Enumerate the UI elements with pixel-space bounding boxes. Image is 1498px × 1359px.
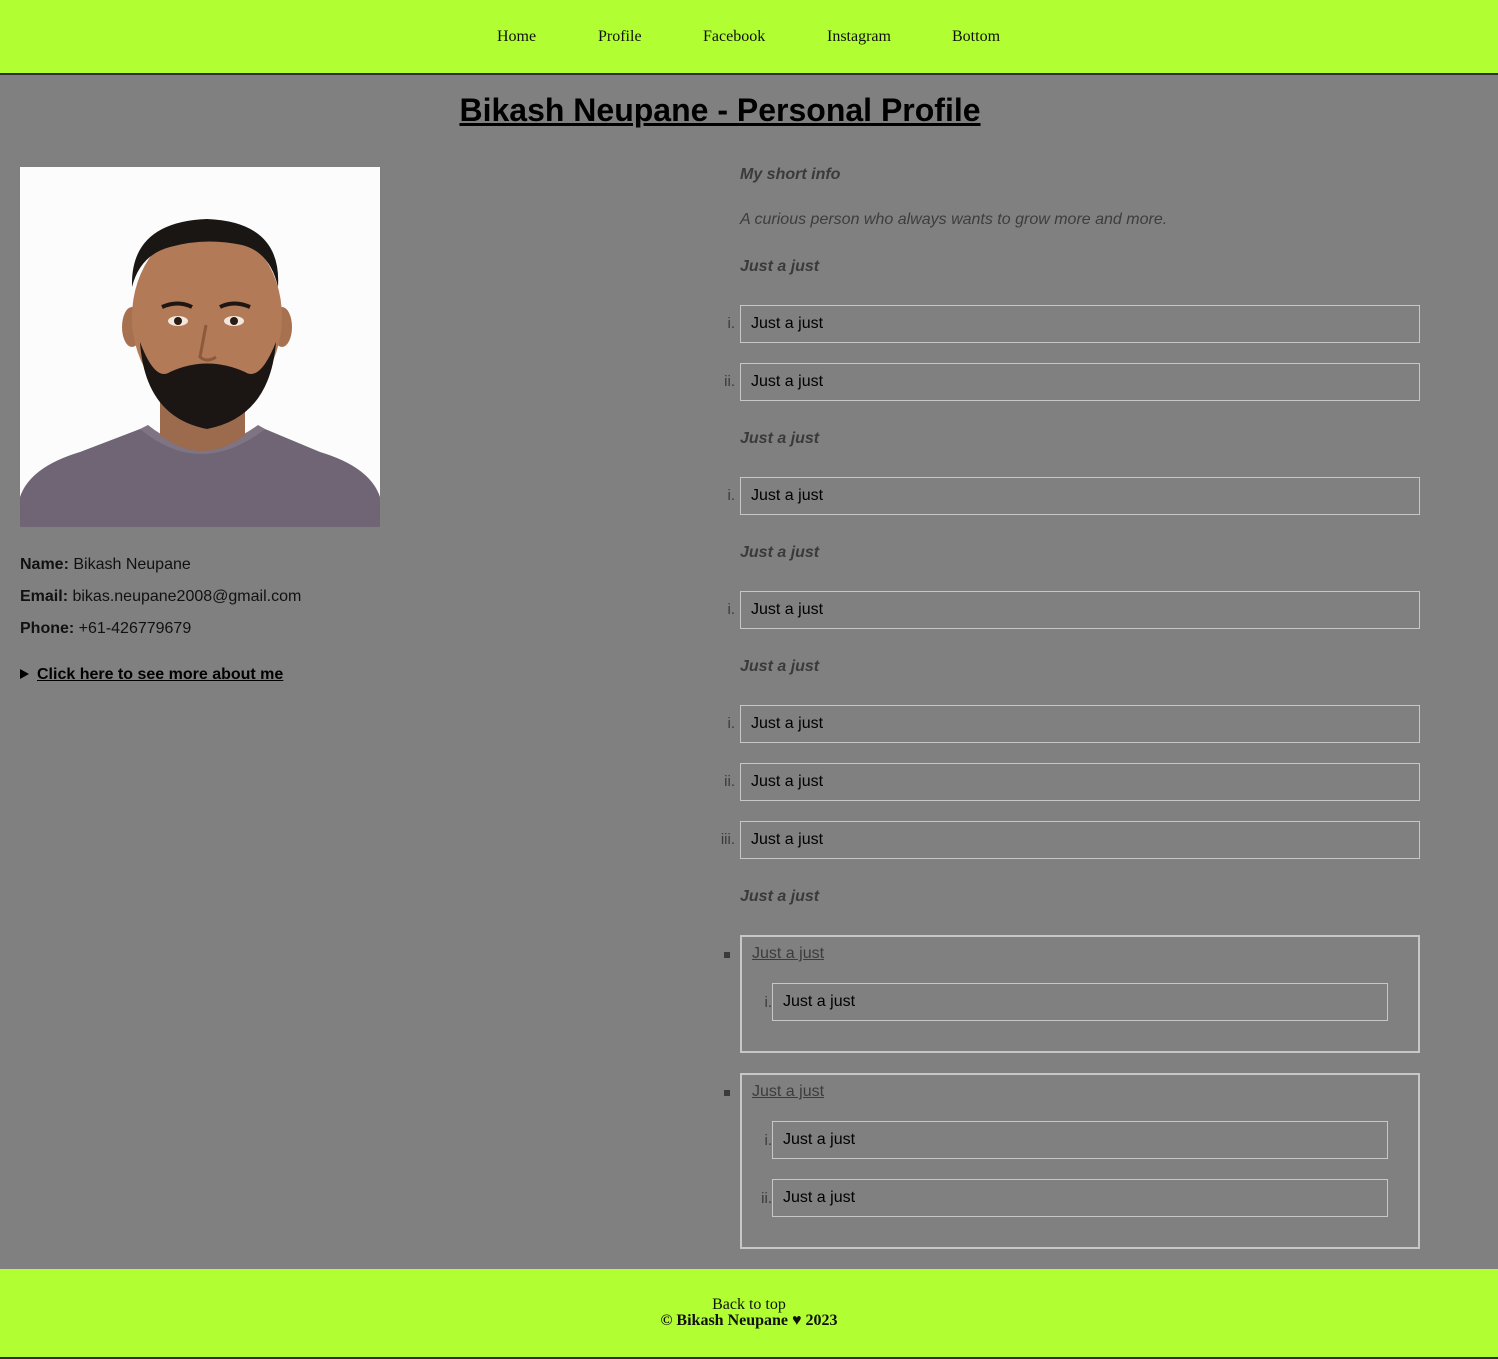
list-marker: iii. [720,831,735,848]
nested-list-group: Just a just i. Just a just ii. Just a ju… [740,1073,1420,1249]
email-line: Email: bikas.neupane2008@gmail.com [20,588,301,606]
list-item-text: Just a just [751,715,824,732]
list-marker: ii. [761,1190,772,1207]
nested-list-item: Just a just [772,1121,1388,1159]
name-line: Name: Bikash Neupane [20,556,191,574]
nested-list-group: Just a just i. Just a just [740,935,1420,1053]
name-label: Name: [20,556,69,573]
list-item: Just a just [740,705,1420,743]
page-title: Bikash Neupane - Personal Profile [459,92,981,128]
list-item-text: Just a just [751,831,824,848]
list-item: Just a just [740,763,1420,801]
name-value: Bikash Neupane [73,556,191,573]
disclosure-triangle-icon [20,669,29,679]
list-item-text: Just a just [751,601,824,618]
list-marker: ii. [724,373,735,390]
nav-link-bottom[interactable]: Bottom [952,28,1000,46]
top-navigation: Home Profile Facebook Instagram Bottom [0,0,1498,75]
email-value: bikas.neupane2008@gmail.com [72,588,302,605]
group-title-link[interactable]: Just a just [752,1083,824,1101]
list-marker: i. [727,601,736,618]
phone-value: +61-426779679 [78,620,192,637]
list-item-text: Just a just [783,1189,856,1206]
list-marker: i. [764,994,773,1011]
list-item: Just a just [740,363,1420,401]
section-heading: Just a just [740,430,820,447]
list-item: Just a just [740,477,1420,515]
nav-link-instagram[interactable]: Instagram [827,28,891,46]
bullet-square-icon [724,1090,730,1096]
list-item-text: Just a just [783,1131,856,1148]
nested-list-item: Just a just [772,983,1388,1021]
section-heading: Just a just [740,888,820,905]
list-item-text: Just a just [783,993,856,1010]
nested-list-item: Just a just [772,1179,1388,1217]
more-about-me-toggle[interactable]: Click here to see more about me [20,666,283,684]
list-item-text: Just a just [751,315,824,332]
list-marker: i. [764,1132,773,1149]
list-item-text: Just a just [751,773,824,790]
section-heading: Just a just [740,544,820,561]
short-info-description: A curious person who always wants to gro… [740,211,1168,228]
list-item-text: Just a just [751,373,824,390]
list-item: Just a just [740,305,1420,343]
email-label: Email: [20,588,69,605]
bullet-square-icon [724,952,730,958]
list-marker: i. [727,487,736,504]
copyright-text: © Bikash Neupane ♥ 2023 [660,1312,838,1329]
list-item: Just a just [740,821,1420,859]
short-info-heading: My short info [740,166,841,183]
section-heading: Just a just [740,258,820,275]
list-marker: ii. [724,773,735,790]
group-title-link[interactable]: Just a just [752,945,824,963]
section-heading: Just a just [740,658,820,675]
phone-line: Phone: +61-426779679 [20,620,191,638]
nav-link-profile[interactable]: Profile [598,28,642,46]
page-footer: Back to top © Bikash Neupane ♥ 2023 [0,1269,1498,1359]
profile-photo [20,167,380,527]
phone-label: Phone: [20,620,75,637]
list-marker: i. [727,315,736,332]
list-item: Just a just [740,591,1420,629]
person-portrait-image [20,167,380,527]
nav-link-home[interactable]: Home [497,28,536,46]
details-summary: Click here to see more about me [37,666,284,683]
nav-link-facebook[interactable]: Facebook [703,28,765,46]
list-item-text: Just a just [751,487,824,504]
list-marker: i. [727,715,736,732]
